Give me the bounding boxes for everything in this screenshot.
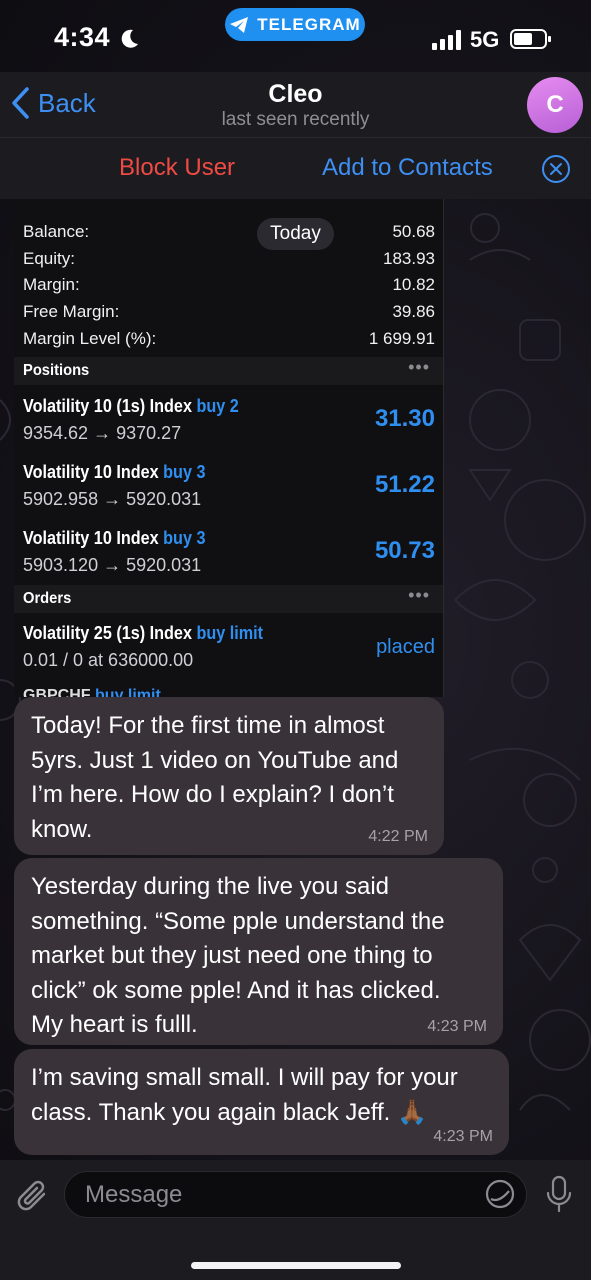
message-time: 4:23 PM	[427, 1018, 487, 1035]
paperclip-icon[interactable]	[16, 1177, 50, 1215]
account-value: 183.93	[383, 249, 435, 268]
message-bubble[interactable]: Yesterday during the live you said somet…	[14, 858, 503, 1045]
position-prices: 5902.958 → 5920.031	[23, 489, 202, 509]
battery-icon	[510, 29, 551, 49]
position-direction: buy 3	[163, 462, 206, 482]
more-dots: •••	[408, 357, 430, 377]
order-detail: 0.01 / 0 at 636000.00	[23, 650, 194, 670]
clock: 4:34	[54, 22, 111, 52]
block-user-button[interactable]: Block User	[119, 154, 235, 182]
account-value: 1 699.91	[368, 329, 435, 348]
positions-label: Positions	[23, 362, 90, 379]
message-time: 4:23 PM	[433, 1128, 493, 1145]
message-bubble[interactable]: I’m saving small small. I will pay for y…	[14, 1049, 509, 1155]
position-name: Volatility 10 (1s) Index buy 2	[23, 396, 239, 417]
order-direction: buy limit	[95, 687, 161, 697]
microphone-icon[interactable]	[544, 1175, 574, 1213]
instrument-name: Volatility 10 (1s) Index	[23, 396, 192, 416]
account-value: 39.86	[392, 302, 435, 321]
close-icon[interactable]	[541, 154, 571, 184]
position-profit: 51.22	[374, 471, 435, 498]
position-prices: 5903.120 → 5920.031	[23, 555, 202, 575]
telegram-icon	[230, 16, 249, 33]
account-label: Margin:	[23, 275, 80, 294]
more-dots: •••	[408, 585, 430, 605]
instrument-name: Volatility 25 (1s) Index	[23, 623, 192, 643]
return-to-app-pill[interactable]: TELEGRAM	[225, 8, 365, 41]
trading-screenshot-image[interactable]: Today Balance: 50.68 Equity: 183.93 Marg…	[14, 199, 444, 697]
contact-name[interactable]: Cleo	[0, 80, 591, 109]
instrument-name: GBPCHF	[23, 687, 91, 697]
message-text: Yesterday during the live you said somet…	[31, 873, 445, 1039]
add-to-contacts-button[interactable]: Add to Contacts	[322, 154, 493, 182]
account-label: Balance:	[23, 222, 90, 241]
date-badge: Today	[257, 218, 334, 250]
account-label: Equity:	[23, 249, 75, 268]
account-label: Free Margin:	[23, 302, 120, 321]
orders-label: Orders	[23, 590, 72, 607]
last-seen-status: last seen recently	[221, 109, 370, 130]
position-direction: buy 2	[196, 396, 239, 416]
avatar[interactable]: C	[527, 77, 583, 133]
position-name: Volatility 10 Index buy 3	[23, 528, 205, 549]
account-value: 10.82	[392, 275, 435, 294]
status-bar: 4:34 TELEGRAM 5G	[0, 0, 591, 72]
chat-header: Back Cleo last seen recently C	[0, 72, 591, 138]
instrument-name: Volatility 10 Index	[23, 528, 159, 548]
order-direction: buy limit	[196, 623, 264, 643]
app-pill-label: TELEGRAM	[257, 14, 361, 34]
positions-section-header: Positions •••	[14, 357, 443, 385]
moon-icon	[121, 29, 138, 48]
order-name: Volatility 25 (1s) Index buy limit	[23, 623, 263, 644]
cut-off-order: GBPCHF buy limit	[23, 687, 161, 697]
position-prices: 9354.62 → 9370.27	[23, 423, 182, 443]
home-indicator[interactable]	[191, 1262, 401, 1269]
account-label: Margin Level (%):	[23, 329, 157, 348]
message-time: 4:22 PM	[368, 828, 428, 845]
network-type: 5G	[470, 27, 500, 52]
unknown-contact-action-bar: Block User Add to Contacts	[0, 138, 591, 199]
sticker-icon[interactable]	[485, 1179, 515, 1209]
message-text: Today! For the first time in almost 5yrs…	[31, 712, 399, 843]
position-profit: 31.30	[374, 405, 435, 432]
position-profit: 50.73	[374, 537, 435, 564]
account-value: 50.68	[392, 222, 435, 241]
message-text: I’m saving small small. I will pay for y…	[31, 1064, 458, 1126]
position-name: Volatility 10 Index buy 3	[23, 462, 205, 483]
orders-section-header: Orders •••	[14, 585, 443, 613]
signal-icon	[432, 30, 461, 50]
instrument-name: Volatility 10 Index	[23, 462, 159, 482]
message-input-container	[64, 1171, 527, 1218]
message-bubble[interactable]: Today! For the first time in almost 5yrs…	[14, 697, 444, 855]
message-input[interactable]	[85, 1172, 485, 1217]
position-direction: buy 3	[163, 528, 206, 548]
order-status: placed	[376, 636, 435, 658]
